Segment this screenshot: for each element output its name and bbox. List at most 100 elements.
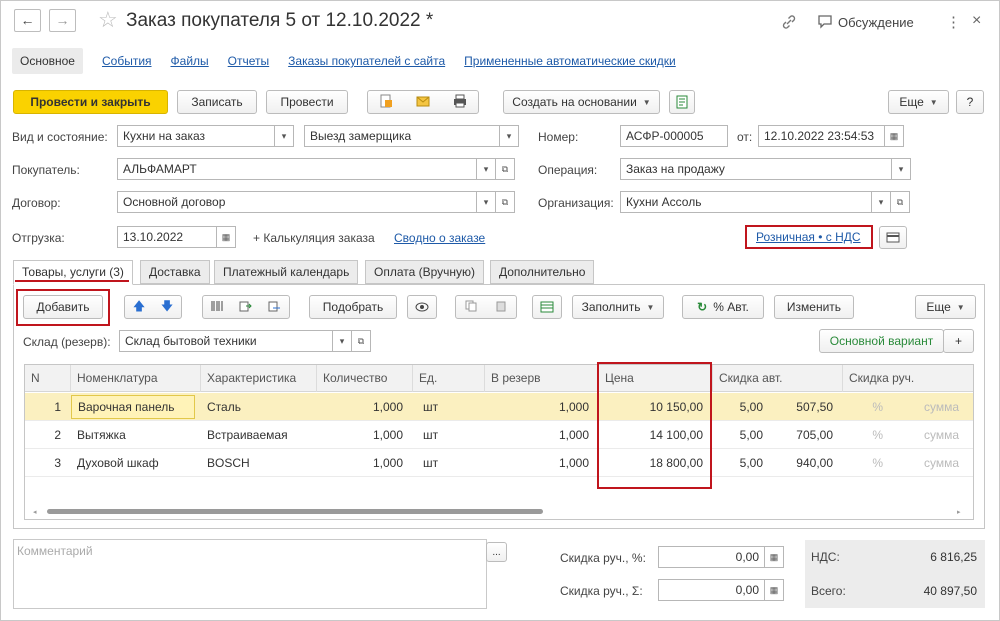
price-settings-icon[interactable] bbox=[879, 226, 907, 249]
warehouse-open-icon[interactable]: ⧉ bbox=[351, 330, 371, 352]
row-reserve[interactable]: 1,000 bbox=[485, 393, 595, 421]
row-manual-percent[interactable]: % bbox=[843, 421, 889, 449]
row-nomenclature[interactable]: Варочная панель bbox=[71, 395, 195, 419]
col-reserve[interactable]: В резерв bbox=[485, 365, 599, 392]
section-files[interactable]: Файлы bbox=[171, 54, 209, 68]
state-field[interactable]: Выезд замерщика bbox=[304, 125, 500, 147]
fill-button[interactable]: Заполнить ▼ bbox=[572, 295, 664, 319]
scroll-right-icon[interactable]: ▸ bbox=[957, 508, 961, 516]
paste-icon[interactable] bbox=[495, 300, 507, 315]
organization-field[interactable]: Кухни Ассоль bbox=[620, 191, 872, 213]
pick-button[interactable]: Подобрать bbox=[309, 295, 397, 319]
col-nomenclature[interactable]: Номенклатура bbox=[71, 365, 201, 392]
main-variant-button[interactable]: Основной вариант bbox=[819, 329, 944, 353]
print-toolbar-group[interactable] bbox=[367, 90, 479, 114]
scrollbar-thumb[interactable] bbox=[47, 509, 543, 514]
row-unit[interactable]: шт bbox=[417, 421, 477, 449]
section-auto-discounts[interactable]: Примененные автоматические скидки bbox=[464, 54, 676, 68]
buyer-open-icon[interactable]: ⧉ bbox=[495, 158, 515, 180]
shipment-calendar-icon[interactable]: ▦ bbox=[216, 226, 236, 248]
create-based-on-button[interactable]: Создать на основании ▼ bbox=[503, 90, 660, 114]
row-manual-percent[interactable]: % bbox=[843, 449, 889, 477]
calendar-icon[interactable]: ▦ bbox=[884, 125, 904, 147]
forward-button[interactable]: → bbox=[49, 9, 76, 32]
col-quantity[interactable]: Количество bbox=[317, 365, 413, 392]
operation-dropdown-icon[interactable]: ▾ bbox=[891, 158, 911, 180]
export-icon[interactable] bbox=[239, 300, 253, 315]
copy-icon[interactable] bbox=[465, 300, 477, 315]
barcode-icon[interactable] bbox=[210, 300, 224, 315]
link-icon[interactable] bbox=[781, 14, 797, 33]
more-button[interactable]: Еще ▼ bbox=[888, 90, 949, 114]
copy-paste-group[interactable] bbox=[455, 295, 517, 319]
row-unit[interactable]: шт bbox=[417, 449, 477, 477]
col-characteristic[interactable]: Характеристика bbox=[201, 365, 317, 392]
col-manual-discount[interactable]: Скидка руч. bbox=[843, 365, 973, 392]
row-quantity[interactable]: 1,000 bbox=[317, 449, 409, 477]
structure-icon[interactable] bbox=[669, 90, 695, 114]
section-events[interactable]: События bbox=[102, 54, 152, 68]
table-row[interactable]: 2 Вытяжка Встраиваемая 1,000 шт 1,000 14… bbox=[25, 421, 973, 449]
contract-field[interactable]: Основной договор bbox=[117, 191, 477, 213]
row-reserve[interactable]: 1,000 bbox=[485, 449, 595, 477]
row-manual-sum[interactable]: сумма bbox=[889, 393, 965, 421]
import-icon[interactable] bbox=[268, 300, 282, 315]
row-manual-sum[interactable]: сумма bbox=[889, 421, 965, 449]
col-auto-discount[interactable]: Скидка авт. bbox=[713, 365, 843, 392]
contract-dropdown-icon[interactable]: ▾ bbox=[476, 191, 496, 213]
discussion-icon[interactable] bbox=[817, 13, 833, 32]
section-site-orders[interactable]: Заказы покупателей с сайта bbox=[288, 54, 445, 68]
state-dropdown-icon[interactable]: ▾ bbox=[499, 125, 519, 147]
kind-field[interactable]: Кухни на заказ bbox=[117, 125, 275, 147]
table-settings-icon[interactable] bbox=[532, 295, 562, 319]
close-icon[interactable]: × bbox=[972, 12, 981, 30]
table-row[interactable]: 1 Варочная панель Сталь 1,000 шт 1,000 1… bbox=[25, 393, 973, 421]
date-field[interactable]: 12.10.2022 23:54:53 bbox=[758, 125, 885, 147]
comment-expand-button[interactable]: ... bbox=[486, 542, 507, 562]
printer-icon[interactable] bbox=[453, 94, 467, 111]
change-button[interactable]: Изменить bbox=[774, 295, 854, 319]
col-n[interactable]: N bbox=[25, 365, 71, 392]
tab-delivery[interactable]: Доставка bbox=[140, 260, 210, 284]
shipment-date-field[interactable]: 13.10.2022 bbox=[117, 226, 217, 248]
more-menu-icon[interactable]: ⋮ bbox=[946, 13, 961, 31]
row-quantity[interactable]: 1,000 bbox=[317, 421, 409, 449]
manual-discount-sum-field[interactable]: 0,00 bbox=[658, 579, 765, 601]
order-calculation-toggle[interactable]: + Калькуляция заказа bbox=[253, 231, 375, 245]
row-characteristic[interactable]: BOSCH bbox=[201, 449, 317, 477]
comment-field[interactable]: Комментарий bbox=[13, 539, 487, 609]
row-manual-sum[interactable]: сумма bbox=[889, 449, 965, 477]
organization-open-icon[interactable]: ⧉ bbox=[890, 191, 910, 213]
calculator-icon[interactable]: ▦ bbox=[764, 579, 784, 601]
back-button[interactable]: ← bbox=[14, 9, 41, 32]
email-icon[interactable] bbox=[416, 95, 430, 110]
auto-discount-button[interactable]: ↻ % Авт. bbox=[682, 295, 764, 319]
discussion-label[interactable]: Обсуждение bbox=[838, 15, 914, 30]
manual-discount-percent-field[interactable]: 0,00 bbox=[658, 546, 765, 568]
row-characteristic[interactable]: Встраиваемая bbox=[201, 421, 317, 449]
row-reserve[interactable]: 1,000 bbox=[485, 421, 595, 449]
horizontal-scrollbar[interactable]: ◂ ▸ bbox=[33, 507, 965, 516]
arrow-down-icon[interactable]: 🡇 bbox=[161, 297, 173, 318]
organization-dropdown-icon[interactable]: ▾ bbox=[871, 191, 891, 213]
warehouse-field[interactable]: Склад бытовой техники bbox=[119, 330, 333, 352]
col-unit[interactable]: Ед. bbox=[413, 365, 485, 392]
calculator-icon[interactable]: ▦ bbox=[764, 546, 784, 568]
barcode-tools-group[interactable] bbox=[202, 295, 290, 319]
buyer-field[interactable]: АЛЬФАМАРТ bbox=[117, 158, 477, 180]
table-more-button[interactable]: Еще ▼ bbox=[915, 295, 976, 319]
section-main[interactable]: Основное bbox=[12, 48, 83, 74]
row-nomenclature[interactable]: Духовой шкаф bbox=[71, 449, 201, 477]
favorite-star-icon[interactable]: ☆ bbox=[98, 8, 118, 32]
document-icon[interactable] bbox=[379, 94, 393, 111]
row-unit[interactable]: шт bbox=[417, 393, 477, 421]
add-variant-button[interactable]: + bbox=[943, 329, 974, 353]
warehouse-dropdown-icon[interactable]: ▾ bbox=[332, 330, 352, 352]
table-row[interactable]: 3 Духовой шкаф BOSCH 1,000 шт 1,000 18 8… bbox=[25, 449, 973, 477]
move-rows-group[interactable]: 🡅 🡇 bbox=[124, 295, 182, 319]
tab-payment-calendar[interactable]: Платежный календарь bbox=[214, 260, 359, 284]
section-reports[interactable]: Отчеты bbox=[228, 54, 269, 68]
row-characteristic[interactable]: Сталь bbox=[201, 393, 317, 421]
tab-payment-manual[interactable]: Оплата (Вручную) bbox=[365, 260, 485, 284]
operation-field[interactable]: Заказ на продажу bbox=[620, 158, 892, 180]
